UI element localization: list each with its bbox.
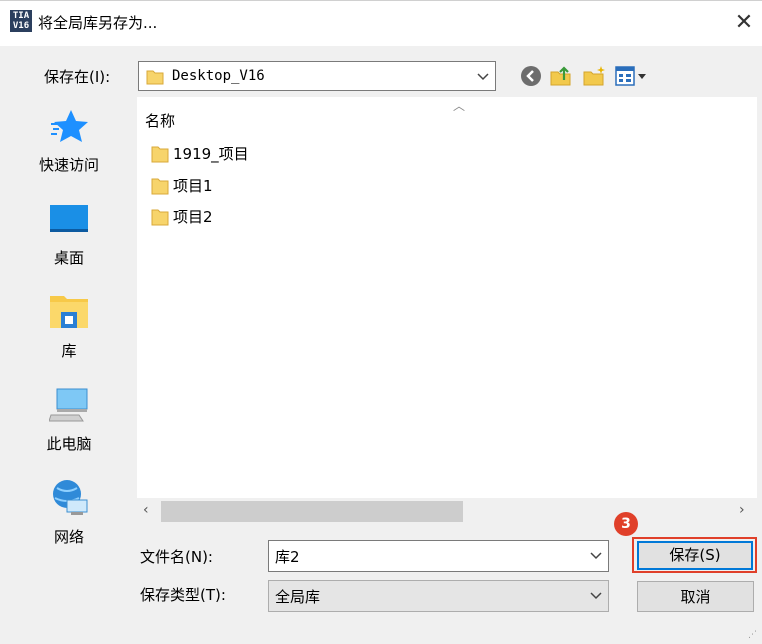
place-label: 网络 bbox=[53, 528, 84, 546]
scroll-left-icon[interactable]: ‹ bbox=[143, 502, 149, 518]
scrollbar-thumb[interactable] bbox=[161, 501, 463, 522]
cancel-button[interactable]: 取消 bbox=[637, 581, 754, 612]
sort-caret-icon: ︿ bbox=[453, 99, 466, 113]
filetype-value: 全局库 bbox=[275, 588, 321, 606]
new-folder-icon[interactable] bbox=[582, 64, 606, 88]
view-menu-icon[interactable] bbox=[614, 64, 650, 88]
filetype-label: 保存类型(T): bbox=[140, 586, 226, 604]
up-folder-icon[interactable] bbox=[549, 64, 573, 88]
place-label: 快速访问 bbox=[38, 156, 99, 174]
place-desktop[interactable]: 桌面 bbox=[8, 189, 130, 279]
filename-label: 文件名(N): bbox=[140, 548, 213, 566]
list-item[interactable]: 1919_项目 bbox=[151, 141, 351, 167]
file-list[interactable]: ︿ 名称 1919_项目 项目1 项目2 ‹ › bbox=[137, 97, 757, 525]
save-button[interactable]: 保存(S) bbox=[637, 541, 753, 570]
folder-icon bbox=[151, 146, 169, 163]
place-label: 此电脑 bbox=[46, 435, 92, 453]
folder-icon bbox=[151, 178, 169, 195]
back-icon[interactable] bbox=[519, 64, 543, 88]
place-this-pc[interactable]: 此电脑 bbox=[8, 375, 130, 465]
folder-icon bbox=[151, 209, 169, 226]
folder-icon bbox=[146, 70, 164, 85]
close-icon[interactable]: ✕ bbox=[730, 10, 758, 36]
scroll-right-icon[interactable]: › bbox=[739, 502, 745, 518]
top-divider bbox=[0, 0, 762, 1]
filename-value: 库2 bbox=[275, 548, 300, 566]
file-name: 项目2 bbox=[173, 208, 213, 226]
place-libraries[interactable]: 库 bbox=[8, 282, 130, 372]
chevron-down-icon[interactable] bbox=[589, 548, 603, 564]
network-icon bbox=[53, 480, 88, 515]
list-item[interactable]: 项目2 bbox=[151, 204, 351, 230]
place-quick-access[interactable]: 快速访问 bbox=[8, 96, 130, 186]
chevron-down-icon bbox=[477, 73, 489, 81]
filename-field[interactable]: 库2 bbox=[268, 540, 609, 572]
window-title: 将全局库另存为... bbox=[38, 14, 158, 32]
filetype-dropdown[interactable]: 全局库 bbox=[268, 580, 609, 612]
place-network[interactable]: 网络 bbox=[8, 468, 130, 558]
step-number-badge: 3 bbox=[614, 512, 638, 536]
chevron-down-icon bbox=[590, 592, 602, 600]
lookin-value: Desktop_V16 bbox=[172, 68, 265, 84]
desktop-icon bbox=[50, 205, 88, 232]
list-item[interactable]: 项目1 bbox=[151, 173, 351, 199]
horizontal-scrollbar[interactable]: ‹ › bbox=[137, 498, 757, 525]
place-label: 桌面 bbox=[53, 249, 84, 267]
tia-app-icon: TIA V16 bbox=[10, 10, 32, 32]
file-name: 1919_项目 bbox=[173, 145, 249, 163]
column-header-name[interactable]: 名称 bbox=[145, 110, 175, 131]
file-name: 项目1 bbox=[173, 177, 213, 195]
this-pc-icon bbox=[49, 388, 88, 422]
resize-grip-icon[interactable]: ⋰ bbox=[748, 630, 757, 640]
places-bar: 快速访问 桌面 库 此电脑 网络 bbox=[8, 96, 130, 636]
libraries-icon bbox=[50, 296, 88, 328]
place-label: 库 bbox=[61, 342, 77, 360]
quick-access-star-icon bbox=[51, 110, 88, 142]
lookin-dropdown[interactable]: Desktop_V16 bbox=[138, 61, 496, 91]
lookin-label: 保存在(I): bbox=[44, 68, 111, 86]
